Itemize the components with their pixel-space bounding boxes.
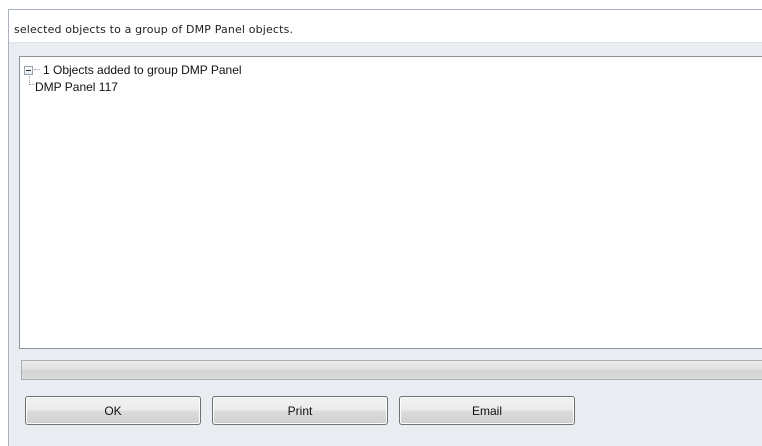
description-header: selected objects to a group of DMP Panel…	[9, 10, 762, 43]
print-button[interactable]: Print	[212, 396, 388, 425]
progress-bar	[21, 360, 762, 380]
tree-node-child-label: DMP Panel 117	[35, 80, 118, 94]
description-text: selected objects to a group of DMP Panel…	[14, 23, 294, 36]
ok-button[interactable]: OK	[25, 396, 201, 425]
tree-node-child[interactable]: DMP Panel 117	[32, 80, 118, 94]
email-button[interactable]: Email	[399, 396, 575, 425]
tree-connector-line	[34, 69, 40, 71]
results-tree[interactable]: 1 Objects added to group DMP Panel DMP P…	[19, 56, 762, 349]
results-dialog: selected objects to a group of DMP Panel…	[8, 9, 762, 446]
window-top-edge	[0, 0, 762, 9]
tree-node-root-label: 1 Objects added to group DMP Panel	[43, 63, 242, 77]
tree-node-root[interactable]: 1 Objects added to group DMP Panel	[24, 63, 242, 77]
